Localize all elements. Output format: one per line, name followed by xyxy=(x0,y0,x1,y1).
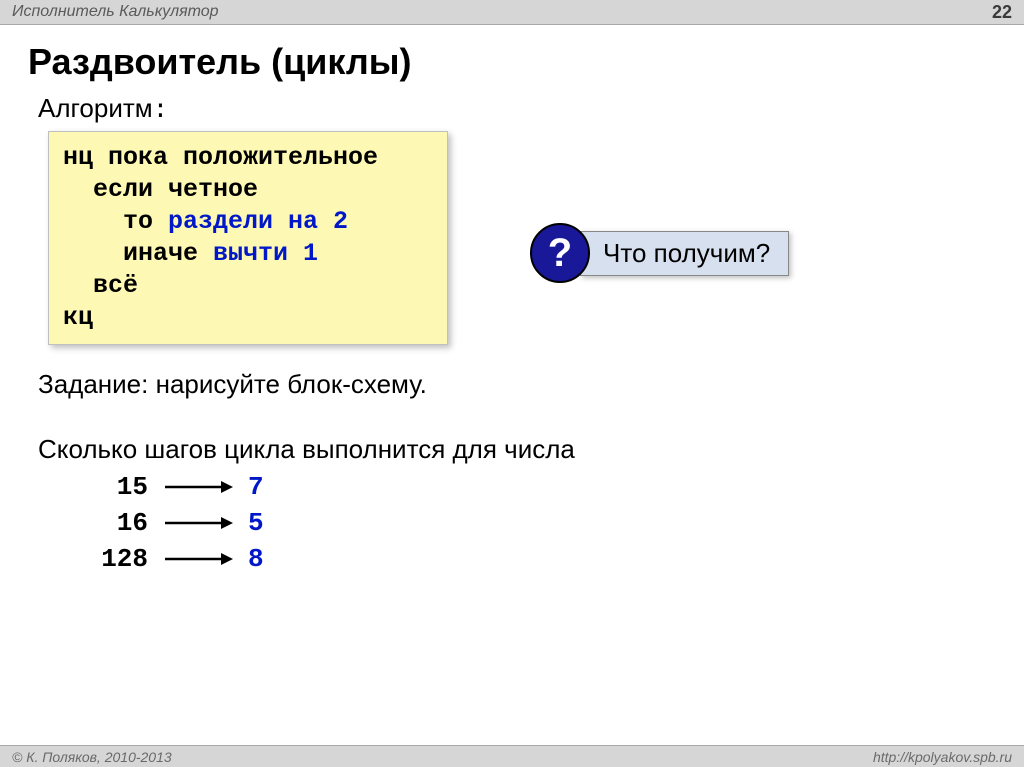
algorithm-label-text: Алгоритм xyxy=(38,93,153,123)
footer-url: http://kpolyakov.spb.ru xyxy=(873,749,1012,765)
step-answer: 7 xyxy=(248,472,264,502)
slide-body: Раздвоитель (циклы) Алгоритм: нц пока по… xyxy=(0,25,1024,745)
page-number: 22 xyxy=(992,2,1012,23)
top-bar: Исполнитель Калькулятор 22 xyxy=(0,0,1024,25)
step-row: 128 8 xyxy=(88,541,996,577)
step-input: 128 xyxy=(88,544,148,574)
code-l5: всё xyxy=(63,271,138,300)
task-text: Задание: нарисуйте блок-схему. xyxy=(38,369,992,400)
step-input: 16 xyxy=(88,508,148,538)
step-input: 15 xyxy=(88,472,148,502)
step-answer: 8 xyxy=(248,544,264,574)
code-l4b: вычти 1 xyxy=(213,239,318,268)
slide-title: Раздвоитель (циклы) xyxy=(28,41,996,83)
arrow-icon xyxy=(148,478,248,496)
question-text: Что получим? xyxy=(580,231,789,276)
algorithm-label: Алгоритм: xyxy=(38,93,992,125)
step-answer: 5 xyxy=(248,508,264,538)
footer-bar: © К. Поляков, 2010-2013 http://kpolyakov… xyxy=(0,745,1024,767)
question-mark-icon: ? xyxy=(530,223,590,283)
question-callout: ? Что получим? xyxy=(530,223,789,283)
code-l3b: раздели на 2 xyxy=(168,207,348,236)
code-l3a: то xyxy=(63,207,168,236)
code-l6: кц xyxy=(63,303,93,332)
code-l2: если четное xyxy=(63,175,258,204)
arrow-icon xyxy=(148,514,248,532)
algorithm-label-colon: : xyxy=(153,95,169,125)
code-l4a: иначе xyxy=(63,239,213,268)
copyright-text: © К. Поляков, 2010-2013 xyxy=(12,749,172,765)
arrow-icon xyxy=(148,550,248,568)
steps-question: Сколько шагов цикла выполнится для числа xyxy=(38,434,992,465)
code-box: нц пока положительное если четное то раз… xyxy=(48,131,448,345)
step-row: 16 5 xyxy=(88,505,996,541)
step-row: 15 7 xyxy=(88,469,996,505)
code-l1: нц пока положительное xyxy=(63,143,378,172)
slide-context: Исполнитель Калькулятор xyxy=(12,3,219,21)
steps-list: 15 7 16 5 128 8 xyxy=(88,469,996,577)
